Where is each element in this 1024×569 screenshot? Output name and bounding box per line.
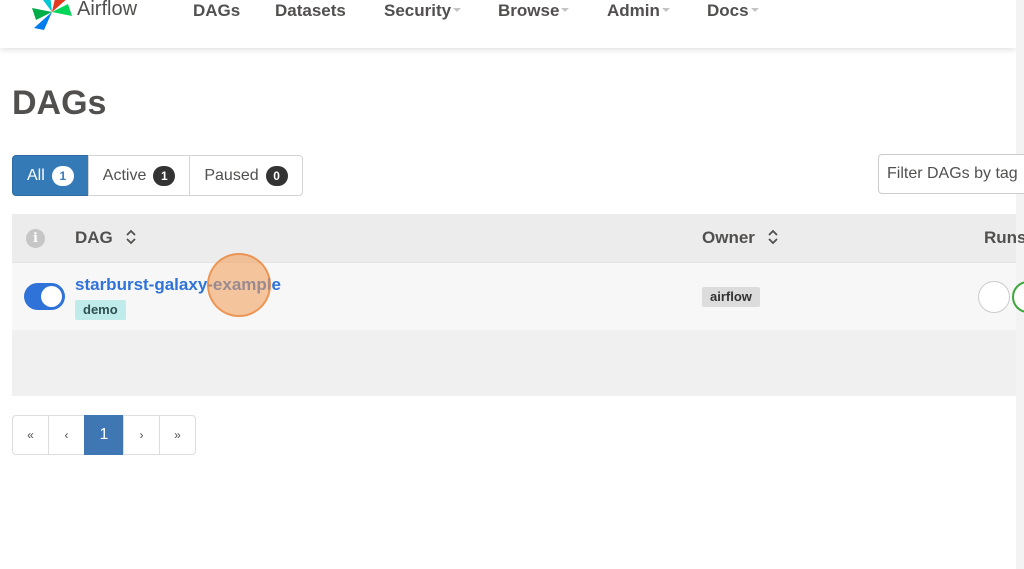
page-last-button[interactable]: »: [159, 415, 196, 455]
top-navbar: Airflow DAGs Datasets Security Browse Ad…: [0, 0, 1016, 48]
pagination: « ‹ 1 › »: [12, 415, 196, 455]
count-badge: 1: [153, 165, 176, 186]
nav-item-docs[interactable]: Docs: [707, 1, 759, 21]
toggle-knob: [41, 286, 62, 307]
filter-active-button[interactable]: Active 1: [87, 155, 191, 196]
table-row: starburst-galaxy-example demo airflow: [12, 262, 1024, 330]
brand-name[interactable]: Airflow: [77, 0, 137, 21]
status-filter-group: All 1 Active 1 Paused 0: [12, 155, 303, 196]
chevron-down-icon: [661, 7, 670, 12]
table-header: i DAG Owner Runs: [12, 214, 1024, 262]
column-header-owner[interactable]: Owner: [702, 228, 778, 248]
nav-item-dags[interactable]: DAGs: [193, 1, 240, 21]
filter-paused-button[interactable]: Paused 0: [189, 155, 303, 196]
chevron-down-icon: [453, 7, 462, 12]
dags-table: i DAG Owner Runs starburst-galaxy-exampl…: [12, 214, 1024, 396]
sort-icon: [125, 229, 136, 244]
nav-item-security[interactable]: Security: [384, 1, 462, 21]
chevron-down-icon: [561, 7, 570, 12]
chevron-down-icon: [750, 7, 759, 12]
page-next-button[interactable]: ›: [123, 415, 160, 455]
info-icon[interactable]: i: [26, 229, 45, 248]
airflow-dags-page: Airflow DAGs Datasets Security Browse Ad…: [0, 0, 1024, 569]
column-header-runs[interactable]: Runs: [984, 228, 1024, 248]
dag-tag[interactable]: demo: [75, 300, 126, 320]
run-status-circle[interactable]: [978, 281, 1010, 313]
page-title: DAGs: [12, 84, 107, 122]
tag-filter-input[interactable]: [878, 154, 1024, 194]
dag-id-link[interactable]: starburst-galaxy-example: [75, 275, 281, 295]
page-prev-button[interactable]: ‹: [48, 415, 85, 455]
run-status-circle-success[interactable]: [1012, 281, 1024, 313]
owner-badge[interactable]: airflow: [702, 287, 760, 307]
page-current-button[interactable]: 1: [84, 415, 124, 455]
nav-item-browse[interactable]: Browse: [498, 1, 570, 21]
airflow-logo-icon[interactable]: [30, 0, 74, 30]
count-badge: 1: [51, 165, 74, 186]
nav-item-admin[interactable]: Admin: [607, 1, 670, 21]
page-first-button[interactable]: «: [12, 415, 49, 455]
nav-item-datasets[interactable]: Datasets: [275, 1, 346, 21]
dag-pause-toggle[interactable]: [24, 283, 65, 310]
filter-all-button[interactable]: All 1: [12, 155, 89, 196]
count-badge: 0: [265, 165, 288, 186]
column-header-dag[interactable]: DAG: [75, 228, 136, 248]
sort-icon: [768, 229, 778, 244]
